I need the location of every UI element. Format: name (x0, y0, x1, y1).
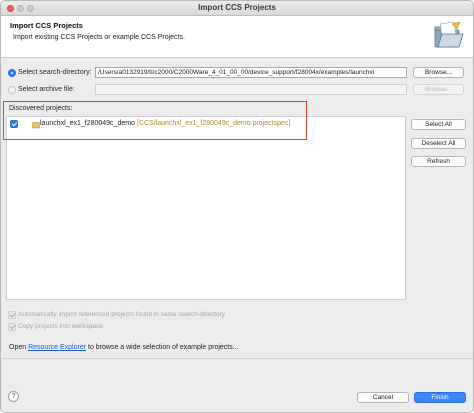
project-path: [CCS/launchxl_ex1_f280049c_demo.projects… (137, 120, 291, 127)
search-directory-radio[interactable] (8, 69, 16, 77)
archive-file-input[interactable] (95, 84, 407, 95)
title-bar: Import CCS Projects (1, 1, 473, 16)
project-folder-icon (32, 122, 40, 129)
header-description: Import existing CCS Projects or example … (13, 34, 185, 41)
resource-explorer-line: Open Resource Explorer to browse a wide … (9, 344, 239, 351)
copy-projects-label: Copy projects into workspace (18, 323, 103, 330)
search-directory-label: Select search-directory: (18, 69, 92, 76)
browse-directory-button[interactable]: Browse... (413, 67, 464, 78)
project-name: launchxl_ex1_f280049c_demo (40, 120, 135, 127)
footer-divider (1, 358, 473, 359)
discovered-projects-list[interactable] (6, 116, 406, 300)
help-icon[interactable]: ? (8, 391, 19, 402)
archive-file-label: Select archive file: (18, 86, 75, 93)
resource-explorer-suffix: to browse a wide selection of example pr… (88, 344, 239, 351)
select-all-button[interactable]: Select All (411, 119, 466, 130)
resource-explorer-prefix: Open (9, 344, 27, 351)
project-checkbox[interactable] (10, 120, 18, 128)
wizard-header: Import CCS Projects Import existing CCS … (1, 16, 473, 58)
cancel-button[interactable]: Cancel (357, 392, 409, 403)
auto-import-checkbox[interactable] (8, 311, 16, 319)
deselect-all-button[interactable]: Deselect All (411, 138, 466, 149)
search-directory-input[interactable]: /Users/a0132919/ti/c2000/C2000Ware_4_01_… (95, 67, 407, 78)
header-title: Import CCS Projects (10, 21, 83, 30)
import-dialog: Import CCS Projects Import CCS Projects … (0, 0, 474, 413)
window-title: Import CCS Projects (198, 3, 276, 12)
copy-projects-checkbox[interactable] (8, 323, 16, 331)
open-folder-icon (434, 21, 464, 48)
auto-import-label: Automatically import referenced projects… (18, 311, 226, 318)
finish-button[interactable]: Finish (414, 392, 466, 403)
resource-explorer-link[interactable]: Resource Explorer (28, 344, 86, 351)
archive-file-radio[interactable] (8, 86, 16, 94)
refresh-button[interactable]: Refresh (411, 156, 466, 167)
browse-archive-button[interactable]: Browse... (413, 84, 464, 95)
